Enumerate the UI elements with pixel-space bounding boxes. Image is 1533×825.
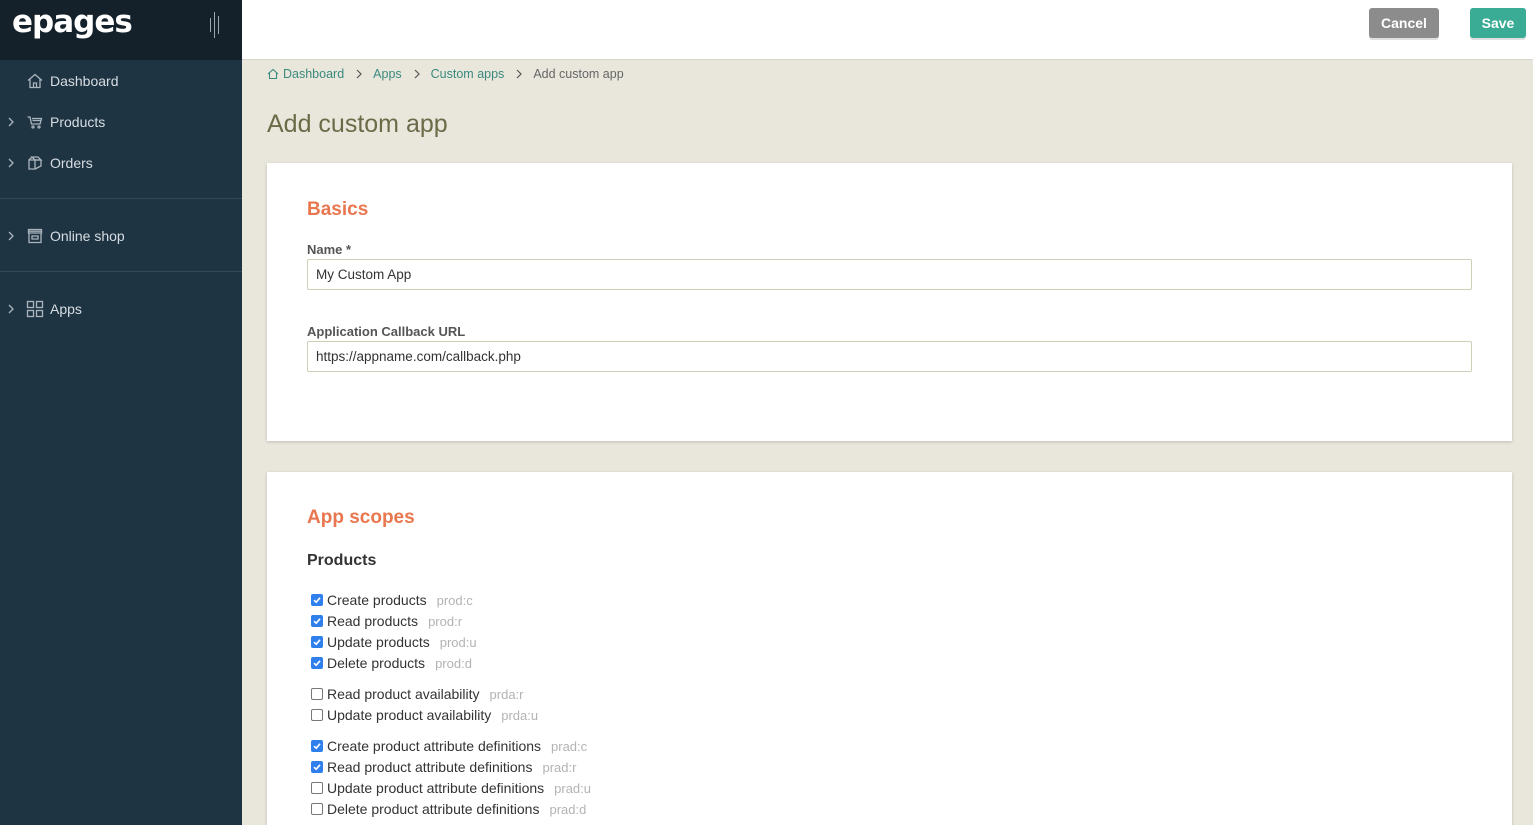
sidebar-item-products[interactable]: Products — [0, 104, 242, 140]
scope-label: Update product attribute definitions — [327, 780, 545, 796]
sidebar-item-label: Online shop — [50, 228, 125, 244]
checkbox-checked[interactable] — [311, 594, 323, 606]
sidebar-item-apps[interactable]: Apps — [0, 291, 242, 327]
scope-item[interactable]: Create products prod:c — [311, 591, 473, 609]
sidebar: epages Dashboard Products Orders Online … — [0, 0, 242, 825]
scope-item[interactable]: Read products prod:r — [311, 612, 462, 630]
scope-code: prod:c — [436, 592, 473, 608]
scope-item[interactable]: Update product availability prda:u — [311, 706, 538, 724]
check-icon — [313, 597, 321, 604]
grid-icon — [26, 300, 44, 318]
scope-label: Delete products — [327, 655, 426, 671]
breadcrumb-link-custom-apps[interactable]: Custom apps — [431, 67, 505, 81]
breadcrumb-link-dashboard[interactable]: Dashboard — [283, 67, 344, 81]
sidebar-item-label: Dashboard — [50, 73, 119, 89]
home-icon — [27, 73, 43, 89]
epages-logo[interactable]: epages — [12, 4, 133, 40]
checkbox-unchecked[interactable] — [311, 688, 323, 700]
scope-code: prad:r — [542, 759, 577, 775]
scope-code: prod:r — [428, 613, 463, 629]
check-icon — [313, 743, 321, 750]
scope-item[interactable]: Update products prod:u — [311, 633, 477, 651]
sidebar-divider — [0, 271, 242, 272]
chevron-right-icon — [8, 158, 14, 168]
scope-code: prad:c — [551, 738, 588, 754]
sidebar-item-label: Apps — [50, 301, 82, 317]
chevron-right-icon — [414, 69, 420, 79]
sidebar-item-label: Products — [50, 114, 106, 130]
basics-title: Basics — [307, 199, 369, 220]
checkbox-checked[interactable] — [311, 636, 323, 648]
top-bar: Cancel Save — [242, 0, 1533, 60]
scope-label: Delete product attribute definitions — [327, 801, 540, 817]
sidebar-item-label: Orders — [50, 155, 93, 171]
scope-label: Read product attribute definitions — [327, 759, 533, 775]
chevron-right-icon — [356, 69, 363, 79]
scope-item[interactable]: Read product availability prda:r — [311, 685, 524, 703]
checkbox-checked[interactable] — [311, 761, 323, 773]
checkbox-checked[interactable] — [311, 740, 323, 752]
check-icon — [313, 618, 321, 625]
boxes-icon — [28, 156, 43, 170]
chevron-right-icon — [8, 231, 14, 241]
products-heading: Products — [307, 552, 377, 569]
check-icon — [313, 764, 321, 771]
scope-code: prad:d — [549, 801, 587, 817]
save-button[interactable]: Save — [1470, 8, 1526, 38]
app-scopes-card: App scopes Products Create products prod:… — [267, 472, 1512, 825]
scope-item[interactable]: Delete product attribute definitions prad… — [311, 800, 586, 818]
store-icon — [27, 228, 43, 244]
checkbox-checked[interactable] — [311, 615, 323, 627]
breadcrumb: Dashboard Apps Custom apps Add custom ap… — [267, 66, 624, 82]
scope-item[interactable]: Read product attribute definitions prad:r — [311, 758, 576, 776]
name-label: Name * — [307, 242, 352, 257]
scope-item[interactable]: Update product attribute definitions prad… — [311, 779, 591, 797]
basics-card: Basics Name * Application Callback URL — [267, 163, 1512, 441]
scope-code: prda:r — [489, 686, 524, 702]
scope-label: Create products — [327, 592, 427, 608]
scope-code: prad:u — [554, 780, 592, 796]
cancel-button[interactable]: Cancel — [1369, 8, 1439, 38]
chevron-right-icon — [516, 69, 523, 79]
breadcrumb-current: Add custom app — [533, 67, 624, 81]
checkbox-unchecked[interactable] — [311, 803, 323, 815]
scope-label: Create product attribute definitions — [327, 738, 542, 754]
name-input[interactable] — [307, 259, 1472, 290]
checkbox-checked[interactable] — [311, 657, 323, 669]
logo-bar: epages — [0, 0, 242, 60]
sidebar-item-orders[interactable]: Orders — [0, 145, 242, 181]
page-title: Add custom app — [267, 110, 448, 138]
scope-code: prda:u — [501, 707, 539, 723]
checkbox-unchecked[interactable] — [311, 709, 323, 721]
scope-item[interactable]: Delete products prod:d — [311, 654, 472, 672]
breadcrumb-link-apps[interactable]: Apps — [373, 67, 402, 81]
sidebar-collapse-icon[interactable] — [208, 12, 222, 38]
checkbox-unchecked[interactable] — [311, 782, 323, 794]
scope-label: Update products — [327, 634, 430, 650]
app-scopes-title: App scopes — [307, 507, 415, 528]
sidebar-item-dashboard[interactable]: Dashboard — [0, 63, 242, 99]
home-icon — [267, 68, 279, 80]
chevron-right-icon — [8, 117, 14, 127]
chevron-right-icon — [8, 304, 14, 314]
scope-code: prod:d — [435, 655, 472, 671]
callback-url-input[interactable] — [307, 341, 1472, 372]
scope-label: Read products — [327, 613, 419, 629]
sidebar-divider — [0, 198, 242, 199]
sidebar-item-online-shop[interactable]: Online shop — [0, 218, 242, 254]
scope-code: prod:u — [439, 634, 477, 650]
cart-icon — [27, 116, 43, 129]
callback-url-label: Application Callback URL — [307, 324, 466, 339]
check-icon — [313, 660, 321, 667]
scope-item[interactable]: Create product attribute definitions prad… — [311, 737, 587, 755]
check-icon — [313, 639, 321, 646]
scope-label: Update product availability — [327, 707, 492, 723]
scope-label: Read product availability — [327, 686, 480, 702]
